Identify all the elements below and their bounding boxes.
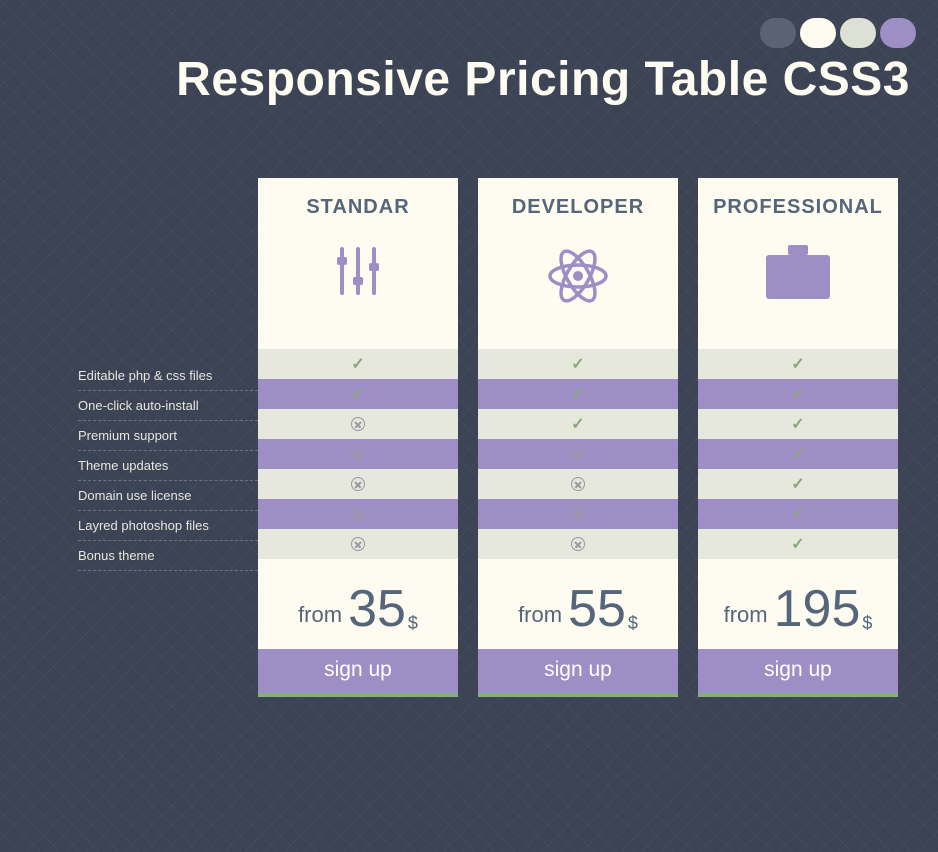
feature-label: Premium support bbox=[78, 421, 258, 451]
cross-icon bbox=[571, 477, 585, 491]
check-icon: ✓ bbox=[791, 534, 804, 554]
sliders-icon bbox=[258, 241, 458, 301]
cross-icon bbox=[351, 417, 365, 431]
check-icon: ✓ bbox=[351, 354, 364, 374]
feature-label: Domain use license bbox=[78, 481, 258, 511]
plan-header: PROFESSIONAL bbox=[698, 178, 898, 349]
cross-icon bbox=[351, 507, 365, 521]
feature-cell bbox=[258, 439, 458, 469]
feature-label: Theme updates bbox=[78, 451, 258, 481]
feature-cell: ✓ bbox=[698, 379, 898, 409]
price-prefix: from bbox=[724, 602, 768, 628]
price-prefix: from bbox=[518, 602, 562, 628]
atom-icon bbox=[478, 241, 678, 311]
plan-card-professional: PROFESSIONAL ✓ ✓ ✓ ✓ ✓ ✓ ✓ from 19 bbox=[698, 178, 898, 697]
feature-cell bbox=[258, 499, 458, 529]
plan-price: from 35 $ bbox=[258, 559, 458, 649]
feature-cell bbox=[478, 469, 678, 499]
feature-cell: ✓ bbox=[478, 409, 678, 439]
feature-cell bbox=[478, 529, 678, 559]
feature-cell bbox=[258, 469, 458, 499]
swatch-purple bbox=[880, 18, 916, 48]
plan-price: from 55 $ bbox=[478, 559, 678, 649]
price-amount: 35 bbox=[348, 583, 406, 635]
check-icon: ✓ bbox=[571, 384, 584, 404]
cross-icon bbox=[351, 447, 365, 461]
plan-name: DEVELOPER bbox=[478, 196, 678, 219]
feature-cell: ✓ bbox=[698, 349, 898, 379]
plan-header: DEVELOPER bbox=[478, 178, 678, 349]
check-icon: ✓ bbox=[791, 354, 804, 374]
swatch-cream bbox=[800, 18, 836, 48]
feature-label: Bonus theme bbox=[78, 541, 258, 571]
cross-icon bbox=[351, 537, 365, 551]
feature-cell bbox=[478, 499, 678, 529]
check-icon: ✓ bbox=[791, 414, 804, 434]
plan-card-developer: DEVELOPER ✓ ✓ ✓ bbox=[478, 178, 678, 697]
check-icon: ✓ bbox=[791, 444, 804, 464]
signup-button[interactable]: sign up bbox=[698, 649, 898, 693]
feature-cell: ✓ bbox=[698, 469, 898, 499]
feature-column: ✓ ✓ ✓ ✓ ✓ ✓ ✓ bbox=[698, 349, 898, 559]
feature-cell: ✓ bbox=[258, 379, 458, 409]
feature-cell: ✓ bbox=[478, 379, 678, 409]
check-icon: ✓ bbox=[791, 474, 804, 494]
plan-price: from 195 $ bbox=[698, 559, 898, 649]
price-currency: $ bbox=[408, 613, 418, 634]
feature-cell bbox=[478, 439, 678, 469]
cross-icon bbox=[351, 477, 365, 491]
feature-cell bbox=[258, 529, 458, 559]
feature-cell bbox=[258, 409, 458, 439]
feature-label: Editable php & css files bbox=[78, 361, 258, 391]
check-icon: ✓ bbox=[571, 354, 584, 374]
feature-cell: ✓ bbox=[698, 439, 898, 469]
feature-column: ✓ ✓ ✓ bbox=[478, 349, 678, 559]
plan-name: STANDAR bbox=[258, 196, 458, 219]
plan-card-standar: STANDAR ✓ ✓ bbox=[258, 178, 458, 697]
price-amount: 55 bbox=[568, 583, 626, 635]
swatch-dark bbox=[760, 18, 796, 48]
color-swatches bbox=[760, 18, 916, 48]
price-currency: $ bbox=[862, 613, 872, 634]
cross-icon bbox=[571, 447, 585, 461]
feature-cell: ✓ bbox=[698, 529, 898, 559]
feature-cell: ✓ bbox=[698, 499, 898, 529]
feature-cell: ✓ bbox=[478, 349, 678, 379]
cross-icon bbox=[571, 507, 585, 521]
check-icon: ✓ bbox=[791, 384, 804, 404]
feature-label: Layred photoshop files bbox=[78, 511, 258, 541]
swatch-grey bbox=[840, 18, 876, 48]
briefcase-icon bbox=[698, 241, 898, 305]
page-title: Responsive Pricing Table CSS3 bbox=[0, 52, 910, 107]
price-amount: 195 bbox=[774, 583, 861, 635]
pricing-cards: STANDAR ✓ ✓ bbox=[258, 178, 898, 697]
price-currency: $ bbox=[628, 613, 638, 634]
price-prefix: from bbox=[298, 602, 342, 628]
feature-label: One-click auto-install bbox=[78, 391, 258, 421]
feature-column: ✓ ✓ bbox=[258, 349, 458, 559]
check-icon: ✓ bbox=[351, 384, 364, 404]
feature-cell: ✓ bbox=[258, 349, 458, 379]
check-icon: ✓ bbox=[791, 504, 804, 524]
plan-name: PROFESSIONAL bbox=[698, 196, 898, 219]
signup-button[interactable]: sign up bbox=[258, 649, 458, 693]
plan-header: STANDAR bbox=[258, 178, 458, 349]
signup-button[interactable]: sign up bbox=[478, 649, 678, 693]
feature-cell: ✓ bbox=[698, 409, 898, 439]
check-icon: ✓ bbox=[571, 414, 584, 434]
feature-labels: Editable php & css files One-click auto-… bbox=[78, 178, 258, 571]
cross-icon bbox=[571, 537, 585, 551]
